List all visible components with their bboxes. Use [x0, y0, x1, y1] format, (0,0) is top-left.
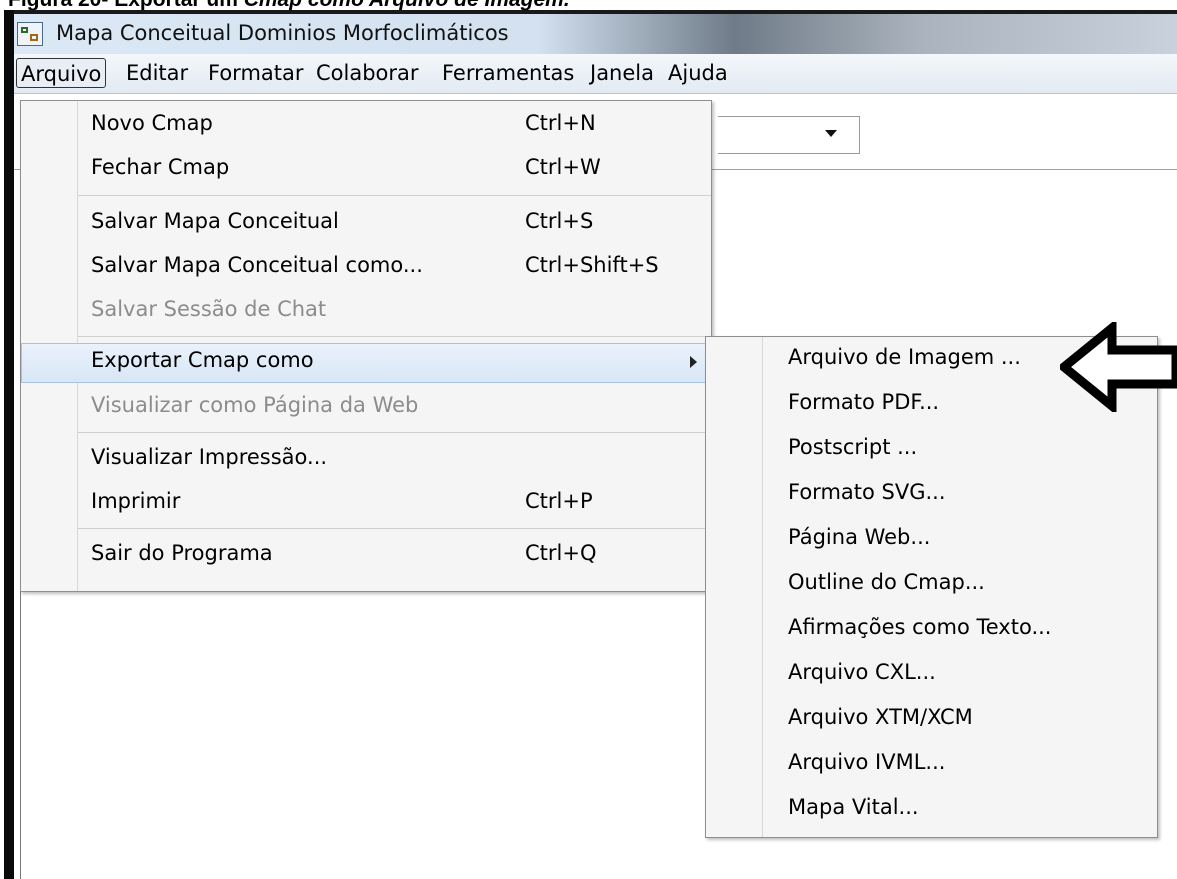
menu-item-shortcut: Ctrl+P — [525, 489, 593, 513]
submenu-item-afirmacoes[interactable]: Afirmações como Texto... — [706, 611, 1157, 649]
menu-separator — [78, 528, 711, 529]
menu-item-salvar-como[interactable]: Salvar Mapa Conceitual como... Ctrl+Shif… — [21, 249, 711, 287]
menu-item-exportar[interactable]: Exportar Cmap como — [21, 343, 711, 383]
submenu-item-label: Arquivo CXL... — [788, 660, 936, 684]
cmap-app-icon[interactable] — [17, 22, 43, 46]
menu-item-label: Visualizar Impressão... — [91, 445, 328, 469]
left-pointing-arrow-icon — [1060, 322, 1177, 412]
submenu-item-svg[interactable]: Formato SVG... — [706, 476, 1157, 514]
submenu-item-label: Postscript ... — [788, 435, 918, 459]
submenu-item-outline[interactable]: Outline do Cmap... — [706, 566, 1157, 604]
submenu-item-label: Arquivo XTM/XCM — [788, 705, 973, 729]
menu-colaborar[interactable]: Colaborar — [312, 58, 423, 88]
menu-item-label: Visualizar como Página da Web — [91, 393, 419, 417]
menu-item-visualizar-web: Visualizar como Página da Web — [21, 389, 711, 427]
menu-item-shortcut: Ctrl+Shift+S — [525, 253, 659, 277]
menu-item-label: Imprimir — [91, 489, 181, 513]
submenu-item-cxl[interactable]: Arquivo CXL... — [706, 656, 1157, 694]
submenu-item-label: Arquivo IVML... — [788, 750, 946, 774]
menu-janela[interactable]: Janela — [586, 58, 658, 88]
submenu-item-label: Formato SVG... — [788, 480, 946, 504]
submenu-item-ivml[interactable]: Arquivo IVML... — [706, 746, 1157, 784]
menu-separator — [78, 432, 711, 433]
title-bar[interactable]: Mapa Conceitual Dominios Morfoclimáticos — [14, 14, 1177, 54]
menu-bar: Arquivo Editar Formatar Colaborar Ferram… — [14, 54, 1177, 94]
menu-formatar[interactable]: Formatar — [204, 58, 308, 88]
window-title: Mapa Conceitual Dominios Morfoclimáticos — [56, 21, 509, 45]
submenu-item-label: Afirmações como Texto... — [788, 615, 1052, 639]
menu-ajuda[interactable]: Ajuda — [664, 58, 732, 88]
menu-ferramentas[interactable]: Ferramentas — [438, 58, 578, 88]
menu-item-label: Exportar Cmap como — [91, 348, 314, 372]
menu-item-salvar[interactable]: Salvar Mapa Conceitual Ctrl+S — [21, 205, 711, 243]
submenu-item-xtm-xcm[interactable]: Arquivo XTM/XCM — [706, 701, 1157, 739]
menu-item-shortcut: Ctrl+S — [525, 209, 594, 233]
submenu-item-postscript[interactable]: Postscript ... — [706, 431, 1157, 469]
menu-item-label: Salvar Mapa Conceitual como... — [91, 253, 423, 277]
file-menu: Novo Cmap Ctrl+N Fechar Cmap Ctrl+W Salv… — [20, 100, 712, 592]
submenu-item-label: Outline do Cmap... — [788, 570, 985, 594]
submenu-item-label: Página Web... — [788, 525, 931, 549]
menu-arquivo[interactable]: Arquivo — [16, 58, 107, 88]
menu-item-label: Novo Cmap — [91, 111, 213, 135]
chevron-down-icon[interactable] — [825, 130, 837, 137]
submenu-item-label: Mapa Vital... — [788, 795, 919, 819]
menu-item-novo-cmap[interactable]: Novo Cmap Ctrl+N — [21, 107, 711, 145]
submenu-item-mapa-vital[interactable]: Mapa Vital... — [706, 791, 1157, 829]
menu-item-label: Salvar Mapa Conceitual — [91, 209, 339, 233]
menu-item-imprimir[interactable]: Imprimir Ctrl+P — [21, 485, 711, 523]
menu-item-salvar-chat: Salvar Sessão de Chat — [21, 293, 711, 331]
menu-editar[interactable]: Editar — [122, 58, 192, 88]
menu-item-label: Sair do Programa — [91, 541, 273, 565]
menu-separator — [78, 336, 711, 337]
menu-item-fechar-cmap[interactable]: Fechar Cmap Ctrl+W — [21, 151, 711, 189]
submenu-item-label: Formato PDF... — [788, 390, 940, 414]
menu-item-label: Salvar Sessão de Chat — [91, 297, 327, 321]
submenu-item-pagina-web[interactable]: Página Web... — [706, 521, 1157, 559]
window-frame-left — [4, 10, 14, 879]
submenu-arrow-icon — [690, 356, 697, 368]
menu-item-shortcut: Ctrl+N — [525, 111, 596, 135]
submenu-item-label: Arquivo de Imagem ... — [788, 345, 1021, 369]
menu-item-shortcut: Ctrl+Q — [525, 541, 597, 565]
font-combo[interactable] — [718, 116, 860, 154]
menu-separator — [78, 195, 711, 196]
menu-item-visualizar-impressao[interactable]: Visualizar Impressão... — [21, 441, 711, 479]
menu-item-label: Fechar Cmap — [91, 155, 230, 179]
menu-item-sair[interactable]: Sair do Programa Ctrl+Q — [21, 537, 711, 575]
menu-item-shortcut: Ctrl+W — [525, 155, 601, 179]
